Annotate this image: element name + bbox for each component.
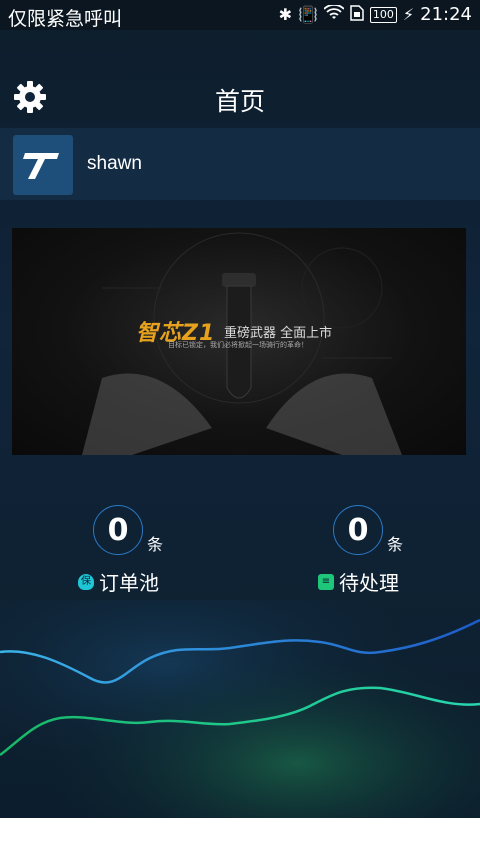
- status-carrier-text: 仅限紧急呼叫: [8, 8, 123, 30]
- pending-label-row[interactable]: ≡ 待处理: [318, 567, 399, 596]
- banner-caption: 目标已锁定，我们必将掀起一场骑行的革命！: [168, 341, 308, 349]
- page-title: 首页: [214, 87, 265, 116]
- username: shawn: [87, 153, 142, 174]
- pending-unit: 条: [387, 535, 404, 554]
- pending-count: 0: [333, 505, 383, 555]
- order-pool-label: 订单池: [99, 571, 159, 595]
- user-profile-bar[interactable]: shawn: [0, 128, 480, 200]
- decorative-waves: [0, 600, 480, 818]
- order-pool-unit: 条: [147, 535, 164, 554]
- wifi-icon: [323, 3, 345, 24]
- banner-subtitle: 重磅武器 全面上市: [224, 326, 333, 341]
- stat-pending[interactable]: 0 条 ≡ 待处理: [318, 505, 460, 605]
- top-navigation-bar: 首页: [0, 62, 480, 126]
- avatar[interactable]: [13, 135, 73, 195]
- order-pool-label-row[interactable]: 保 订单池: [78, 567, 159, 596]
- stat-order-pool[interactable]: 0 条 保 订单池: [78, 505, 220, 605]
- battery-indicator: 100: [369, 6, 397, 23]
- shield-icon: 保: [78, 573, 94, 590]
- charging-icon: ⚡: [402, 4, 415, 24]
- status-icons: ✱ 📳 100 ⚡ 21:24: [278, 3, 472, 25]
- status-bar: 仅限紧急呼叫 ✱ 📳 100 ⚡ 21:24: [0, 0, 480, 30]
- promo-banner[interactable]: 智芯Z1 重磅武器 全面上市 目标已锁定，我们必将掀起一场骑行的革命！: [12, 228, 466, 455]
- order-pool-count: 0: [93, 505, 143, 555]
- pending-label: 待处理: [339, 571, 399, 595]
- clock-list-icon: ≡: [318, 573, 334, 590]
- brand-logo-icon: [23, 153, 59, 179]
- status-time: 21:24: [420, 4, 472, 25]
- bluetooth-icon: ✱: [278, 4, 292, 24]
- vibrate-icon: 📳: [297, 4, 318, 24]
- app-screen: 仅限紧急呼叫 ✱ 📳 100 ⚡ 21:24 首页 shawn 智芯Z1 重磅武…: [0, 0, 480, 818]
- sim-card-icon: [350, 5, 364, 24]
